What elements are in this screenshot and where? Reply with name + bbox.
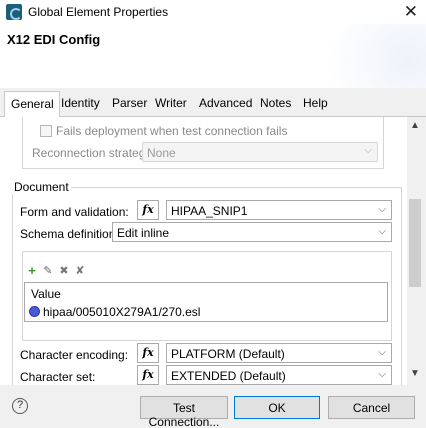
character-encoding-value: PLATFORM (Default) — [171, 347, 285, 361]
form-validation-value: HIPAA_SNIP1 — [171, 204, 248, 218]
character-set-label: Character set: — [20, 370, 96, 384]
scroll-up-icon[interactable]: ▲ — [410, 120, 420, 131]
schema-definitions-label: Schema definitions — [20, 227, 122, 241]
tab-identity[interactable]: Identity — [61, 96, 100, 110]
cancel-button[interactable]: Cancel — [328, 396, 415, 419]
general-panel: Fails deployment when test connection fa… — [0, 117, 407, 385]
scrollbar-thumb[interactable] — [409, 199, 421, 287]
schema-definitions-value: Edit inline — [117, 226, 170, 240]
character-set-value: EXTENDED (Default) — [171, 369, 286, 383]
tab-advanced[interactable]: Advanced — [199, 96, 252, 110]
reconnection-strategy-select[interactable]: None ⌵ — [142, 142, 378, 162]
schema-definitions-select[interactable]: Edit inline ⌵ — [112, 222, 392, 242]
form-validation-select[interactable]: HIPAA_SNIP1 ⌵ — [166, 200, 392, 220]
character-set-select[interactable]: EXTENDED (Default) ⌵ — [166, 365, 392, 385]
schema-file-icon — [29, 306, 40, 317]
chevron-down-icon: ⌵ — [364, 145, 372, 156]
tab-bar: General Identity Parser Writer Advanced … — [0, 89, 426, 118]
fails-deployment-checkbox[interactable] — [40, 125, 52, 137]
chevron-down-icon: ⌵ — [378, 204, 386, 215]
app-icon — [6, 4, 22, 20]
test-connection-button[interactable]: Test Connection... — [140, 396, 228, 428]
help-icon[interactable]: ? — [12, 398, 28, 414]
tab-general[interactable]: General — [4, 91, 60, 118]
tab-parser[interactable]: Parser — [112, 96, 147, 110]
plus-icon[interactable]: + — [26, 264, 38, 277]
fails-deployment-label: Fails deployment when test connection fa… — [56, 124, 288, 138]
character-encoding-label: Character encoding: — [20, 348, 129, 362]
reconnection-strategy-value: None — [147, 146, 176, 160]
form-validation-label: Form and validation: — [20, 205, 129, 219]
value-column-header: Value — [31, 287, 61, 301]
character-encoding-fx-button[interactable]: fx — [137, 343, 159, 363]
chevron-down-icon: ⌵ — [378, 226, 386, 237]
schema-value-table: Value hipaa/005010X279A1/270.esl — [24, 282, 388, 322]
window-title: Global Element Properties — [28, 5, 169, 19]
tab-notes[interactable]: Notes — [260, 96, 291, 110]
clear-all-icon[interactable]: ✘ — [74, 265, 86, 277]
form-validation-fx-button[interactable]: fx — [137, 200, 159, 220]
schema-entry: hipaa/005010X279A1/270.esl — [43, 305, 201, 319]
delete-icon[interactable]: ✖ — [58, 265, 70, 277]
header-decoration — [326, 24, 426, 88]
scroll-down-icon[interactable]: ▼ — [410, 368, 420, 379]
edit-icon[interactable]: ✎ — [42, 265, 54, 277]
dialog-header: X12 EDI Config — [0, 24, 426, 88]
character-encoding-select[interactable]: PLATFORM (Default) ⌵ — [166, 343, 392, 363]
chevron-down-icon: ⌵ — [378, 369, 386, 380]
reconnection-strategy-label: Reconnection strategy — [32, 146, 152, 160]
chevron-down-icon: ⌵ — [378, 347, 386, 358]
vertical-scrollbar[interactable]: ▲ ▼ — [407, 117, 423, 385]
tab-help[interactable]: Help — [303, 96, 328, 110]
ok-button[interactable]: OK — [234, 396, 320, 419]
document-legend: Document — [12, 180, 71, 194]
character-set-fx-button[interactable]: fx — [137, 365, 159, 385]
dialog-footer: ? Test Connection... OK Cancel — [0, 386, 426, 428]
tab-writer[interactable]: Writer — [155, 96, 187, 110]
window-titlebar: Global Element Properties ✕ — [0, 0, 426, 24]
page-title: X12 EDI Config — [7, 32, 101, 47]
close-icon[interactable]: ✕ — [404, 2, 418, 22]
